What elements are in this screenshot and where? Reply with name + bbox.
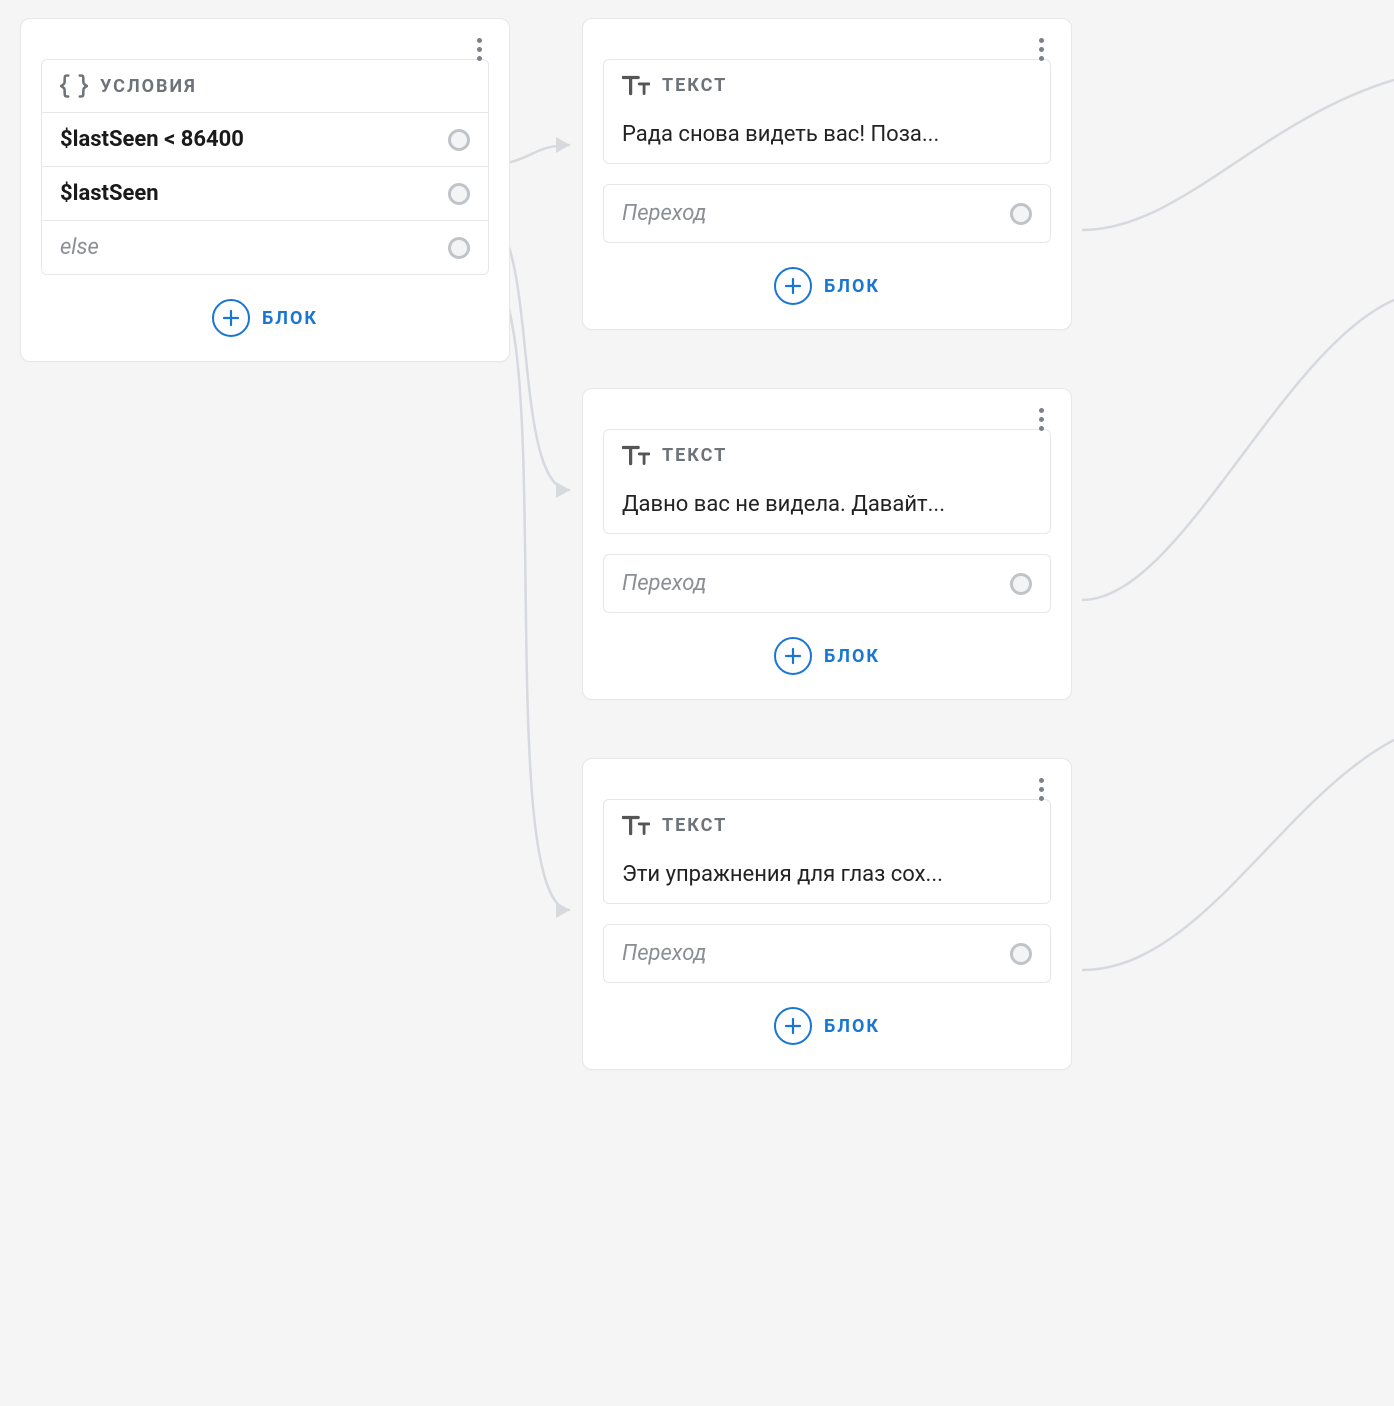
text-body: Эти упражнения для глаз сох... <box>604 850 1050 903</box>
text-block-label: ТЕКСТ <box>662 815 727 836</box>
text-card[interactable]: ТЕКСТ Эти упражнения для глаз сох... Пер… <box>582 758 1072 1070</box>
add-block-label: БЛОК <box>824 1016 880 1037</box>
text-block-label: ТЕКСТ <box>662 445 727 466</box>
text-card[interactable]: ТЕКСТ Рада снова видеть вас! Поза... Пер… <box>582 18 1072 330</box>
add-block-button[interactable]: БЛОК <box>41 299 489 337</box>
condition-text: $lastSeen < 86400 <box>60 127 244 152</box>
output-port-icon[interactable] <box>448 129 470 151</box>
text-card[interactable]: ТЕКСТ Давно вас не видела. Давайт... Пер… <box>582 388 1072 700</box>
output-port-icon[interactable] <box>1010 943 1032 965</box>
conditions-block: УСЛОВИЯ $lastSeen < 86400 $lastSeen else <box>41 59 489 275</box>
condition-row[interactable]: $lastSeen < 86400 <box>42 113 488 167</box>
add-block-button[interactable]: БЛОК <box>603 637 1051 675</box>
text-icon <box>622 74 650 96</box>
transition-label: Переход <box>622 941 707 966</box>
kebab-menu-icon[interactable] <box>465 35 493 63</box>
conditions-label: УСЛОВИЯ <box>100 76 197 97</box>
transition-label: Переход <box>622 571 707 596</box>
text-block: ТЕКСТ Рада снова видеть вас! Поза... <box>603 59 1051 164</box>
text-body: Давно вас не видела. Давайт... <box>604 480 1050 533</box>
kebab-menu-icon[interactable] <box>1027 405 1055 433</box>
output-port-icon[interactable] <box>1010 203 1032 225</box>
condition-text: else <box>60 235 99 260</box>
plus-icon <box>774 1007 812 1045</box>
kebab-menu-icon[interactable] <box>1027 35 1055 63</box>
transition-row[interactable]: Переход <box>603 924 1051 983</box>
transition-row[interactable]: Переход <box>603 184 1051 243</box>
output-port-icon[interactable] <box>448 183 470 205</box>
add-block-button[interactable]: БЛОК <box>603 1007 1051 1045</box>
text-block: ТЕКСТ Эти упражнения для глаз сох... <box>603 799 1051 904</box>
output-port-icon[interactable] <box>448 237 470 259</box>
add-block-button[interactable]: БЛОК <box>603 267 1051 305</box>
condition-row[interactable]: $lastSeen <box>42 167 488 221</box>
transition-label: Переход <box>622 201 707 226</box>
plus-icon <box>774 637 812 675</box>
text-block: ТЕКСТ Давно вас не видела. Давайт... <box>603 429 1051 534</box>
plus-icon <box>774 267 812 305</box>
text-icon <box>622 444 650 466</box>
add-block-label: БЛОК <box>824 276 880 297</box>
plus-icon <box>212 299 250 337</box>
text-block-label: ТЕКСТ <box>662 75 727 96</box>
transition-row[interactable]: Переход <box>603 554 1051 613</box>
braces-icon <box>60 74 88 98</box>
condition-text: $lastSeen <box>60 181 159 206</box>
add-block-label: БЛОК <box>824 646 880 667</box>
add-block-label: БЛОК <box>262 308 318 329</box>
conditions-card[interactable]: УСЛОВИЯ $lastSeen < 86400 $lastSeen else… <box>20 18 510 362</box>
text-icon <box>622 814 650 836</box>
output-port-icon[interactable] <box>1010 573 1032 595</box>
text-body: Рада снова видеть вас! Поза... <box>604 110 1050 163</box>
kebab-menu-icon[interactable] <box>1027 775 1055 803</box>
condition-row[interactable]: else <box>42 221 488 274</box>
